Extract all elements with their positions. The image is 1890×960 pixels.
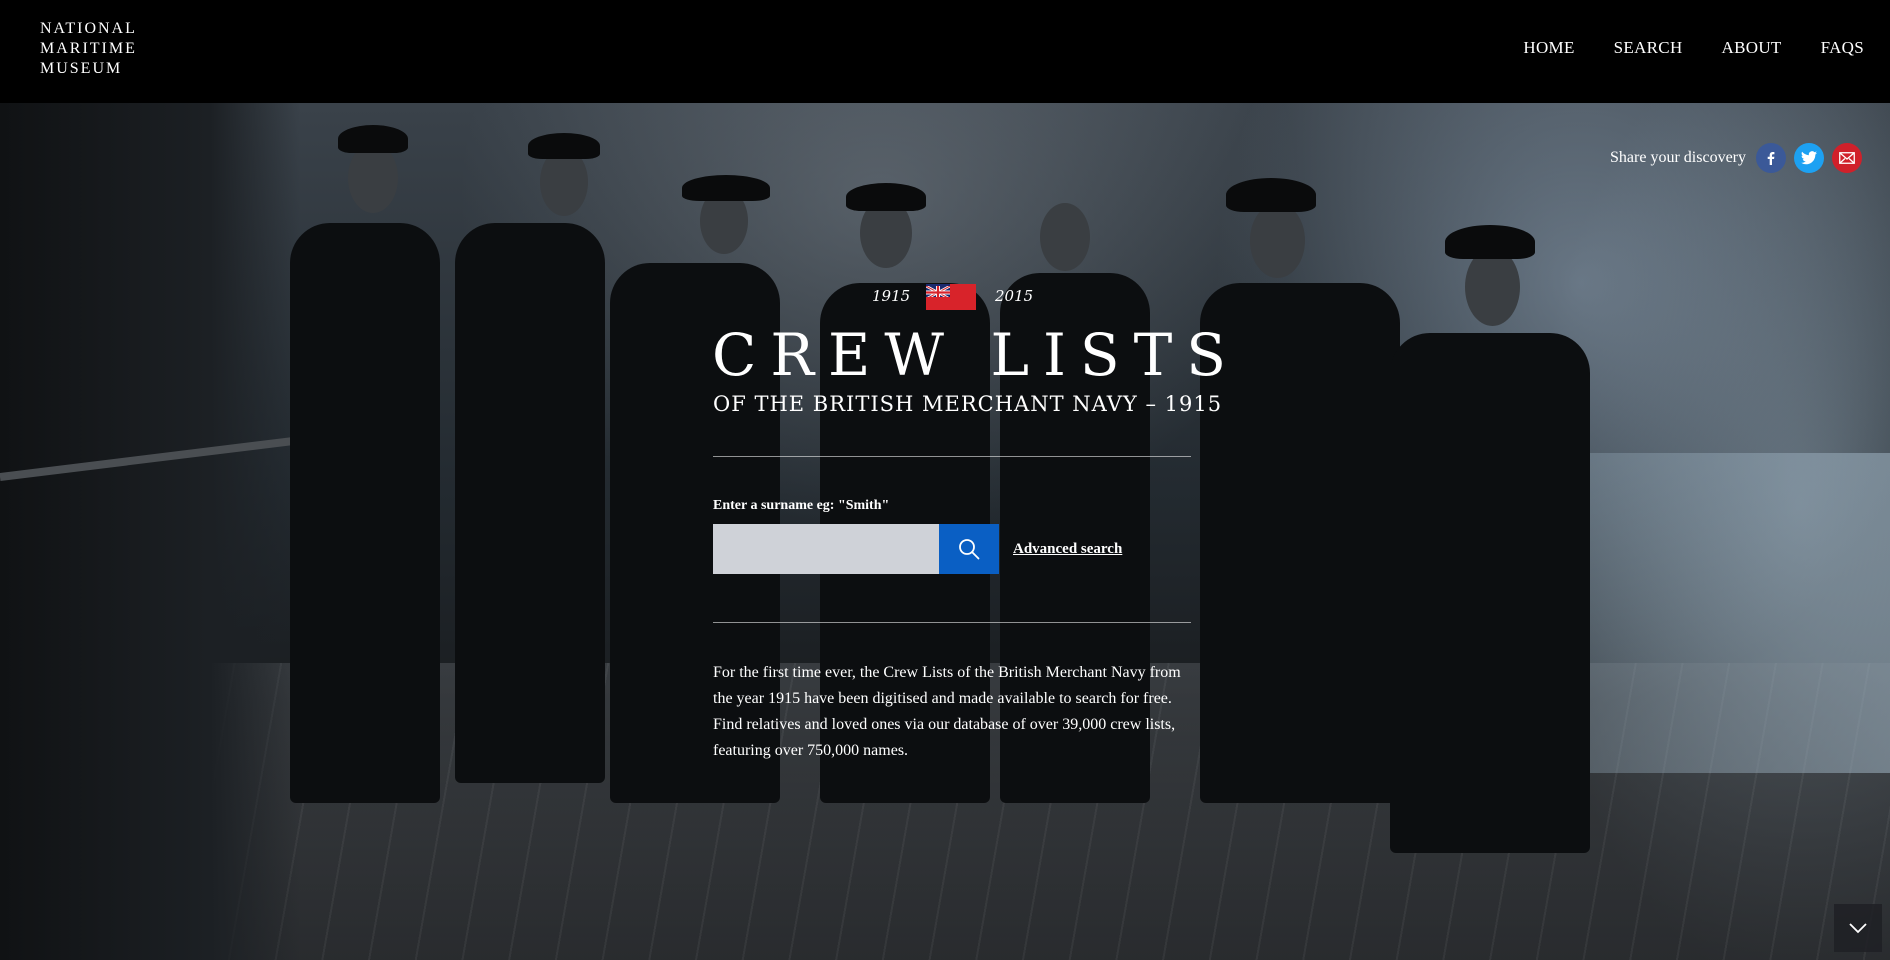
page-subtitle: OF THE BRITISH MERCHANT NAVY – 1915 bbox=[713, 392, 1223, 416]
crew-figure bbox=[1390, 333, 1590, 853]
divider-top bbox=[713, 456, 1191, 457]
email-icon bbox=[1839, 152, 1855, 164]
nav-about[interactable]: ABOUT bbox=[1722, 38, 1782, 58]
facebook-icon bbox=[1767, 152, 1775, 165]
scroll-down-button[interactable] bbox=[1834, 904, 1882, 952]
crew-head bbox=[348, 143, 398, 213]
logo-line-2: MARITIME bbox=[40, 40, 137, 57]
crew-cap bbox=[338, 125, 408, 153]
crew-head bbox=[1040, 203, 1090, 271]
facebook-share-button[interactable] bbox=[1756, 143, 1786, 173]
share-bar: Share your discovery bbox=[1610, 143, 1862, 173]
museum-logo[interactable]: NATIONAL MARITIME MUSEUM bbox=[40, 19, 137, 79]
crew-figure bbox=[455, 223, 605, 783]
nav-search[interactable]: SEARCH bbox=[1614, 38, 1683, 58]
search-label: Enter a surname eg: "Smith" bbox=[713, 498, 890, 513]
search-icon bbox=[959, 539, 980, 560]
crew-cap bbox=[846, 183, 926, 211]
crew-hat bbox=[682, 175, 770, 201]
logo-line-3: MUSEUM bbox=[40, 60, 123, 77]
site-header: NATIONAL MARITIME MUSEUM HOME SEARCH ABO… bbox=[0, 0, 1890, 103]
union-jack-canton bbox=[926, 284, 950, 297]
crew-head bbox=[1465, 248, 1520, 326]
logo-line-1: NATIONAL bbox=[40, 20, 137, 37]
email-share-button[interactable] bbox=[1832, 143, 1862, 173]
nav-home[interactable]: HOME bbox=[1523, 38, 1574, 58]
crew-cap bbox=[1445, 225, 1535, 259]
crew-figure bbox=[290, 223, 440, 803]
surname-search-input[interactable] bbox=[713, 524, 939, 574]
share-label: Share your discovery bbox=[1610, 149, 1746, 166]
nav-faqs[interactable]: FAQS bbox=[1821, 38, 1864, 58]
ship-funnel bbox=[0, 103, 300, 960]
crew-head bbox=[1250, 203, 1305, 278]
twitter-share-button[interactable] bbox=[1794, 143, 1824, 173]
twitter-icon bbox=[1801, 151, 1817, 165]
chevron-down-icon bbox=[1849, 923, 1867, 934]
intro-description: For the first time ever, the Crew Lists … bbox=[713, 664, 1181, 759]
year-end: 2015 bbox=[995, 287, 1034, 305]
page-title: CREW LISTS bbox=[712, 321, 1241, 389]
crew-cap bbox=[1226, 178, 1316, 212]
advanced-search-link[interactable]: Advanced search bbox=[1013, 541, 1122, 558]
crew-cap bbox=[528, 133, 600, 159]
search-button[interactable] bbox=[939, 524, 999, 574]
year-start: 1915 bbox=[872, 287, 911, 305]
year-range: 1915 2015 bbox=[872, 284, 1034, 310]
red-ensign-flag-icon bbox=[926, 284, 976, 310]
divider-bottom bbox=[713, 622, 1191, 623]
main-nav: HOME SEARCH ABOUT FAQS bbox=[1523, 38, 1864, 58]
